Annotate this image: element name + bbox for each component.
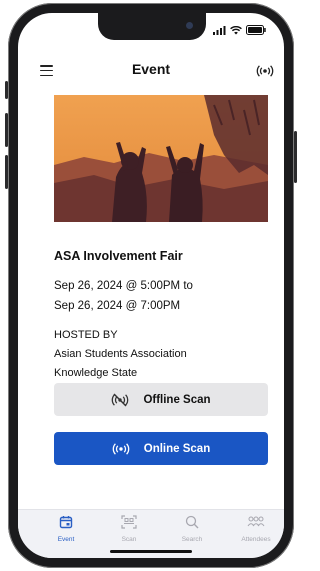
- hosted-by-label: HOSTED BY: [54, 329, 118, 341]
- event-start-datetime: Sep 26, 2024 @ 5:00PM to: [54, 280, 193, 292]
- tab-search-label: Search: [181, 536, 203, 543]
- people-icon: [247, 516, 265, 527]
- signal-icon: [213, 25, 226, 35]
- phone-volume-up: [5, 113, 8, 147]
- phone-volume-down: [5, 155, 8, 189]
- tab-scan[interactable]: Scan: [109, 515, 149, 543]
- top-nav-bar: Event: [18, 57, 284, 87]
- wifi-icon: [230, 25, 242, 34]
- phone-side-button: [5, 81, 8, 99]
- camera-icon: [186, 22, 193, 29]
- host-organization: Asian Students Association: [54, 348, 187, 360]
- offline-scan-button[interactable]: Offline Scan: [54, 383, 268, 416]
- tab-event-label: Event: [57, 536, 75, 543]
- status-icons: [213, 25, 266, 35]
- tab-scan-label: Scan: [121, 536, 137, 543]
- host-organization-secondary: Knowledge State: [54, 367, 138, 379]
- online-scan-label: Online Scan: [143, 442, 211, 455]
- battery-icon: [246, 25, 266, 35]
- event-end-datetime: Sep 26, 2024 @ 7:00PM: [54, 300, 181, 312]
- phone-power-button: [294, 131, 297, 183]
- tab-search[interactable]: Search: [172, 515, 212, 543]
- home-indicator: [110, 550, 192, 553]
- broadcast-icon: [112, 442, 130, 455]
- qr-scan-icon: [121, 515, 137, 529]
- event-photo: [54, 95, 268, 222]
- broadcast-off-icon: [112, 393, 129, 406]
- broadcast-icon[interactable]: [256, 65, 274, 77]
- tab-attendees[interactable]: Attendees: [236, 515, 276, 543]
- online-scan-button[interactable]: Online Scan: [54, 432, 268, 465]
- tab-attendees-label: Attendees: [241, 536, 271, 543]
- event-name: ASA Involvement Fair: [54, 249, 183, 263]
- calendar-icon: [59, 516, 73, 529]
- offline-scan-label: Offline Scan: [143, 393, 211, 406]
- page-title: Event: [131, 61, 171, 77]
- tab-event[interactable]: Event: [46, 515, 86, 543]
- search-icon: [185, 515, 199, 529]
- app-screen: Event ASA Involvement Fair Sep 26, 2024 …: [18, 13, 284, 558]
